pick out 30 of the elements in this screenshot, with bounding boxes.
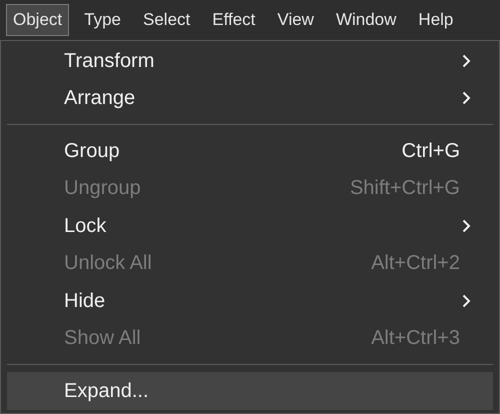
menu-item[interactable]: Expand... [7, 372, 493, 410]
menu-item-label: Show All [64, 326, 142, 352]
menu-bar-item[interactable]: Type [77, 4, 128, 36]
menu-item-label: Group [64, 138, 121, 164]
menu-item-label: Hide [64, 288, 106, 314]
menu-bar-item[interactable]: Effect [205, 4, 262, 36]
menu-bar-item[interactable]: Object [6, 4, 70, 36]
shortcut-label: Alt+Ctrl+2 [371, 251, 460, 276]
menu-item-label: Transform [64, 48, 156, 74]
menu-item-label: Lock [64, 214, 108, 239]
menu-item-label: Arrange [64, 86, 136, 112]
chevron-right-icon [462, 54, 471, 68]
chevron-right-icon [462, 294, 471, 308]
menu-bar-item[interactable]: Select [136, 4, 198, 36]
shortcut-label: Shift+Ctrl+G [350, 176, 460, 202]
menu-item[interactable]: Group Ctrl+G [7, 132, 493, 170]
menu-item[interactable]: Hide [7, 282, 493, 320]
shortcut-label: Alt+Ctrl+3 [371, 326, 460, 352]
menu-item[interactable]: Lock [7, 207, 493, 244]
chevron-right-icon [462, 91, 471, 106]
menu-bar-item[interactable]: Help [411, 4, 460, 36]
menu-item[interactable]: Transform [7, 42, 493, 80]
chevron-right-icon [462, 218, 471, 233]
menu-item[interactable]: Arrange [7, 80, 493, 117]
menu-item-label: Ungroup [64, 176, 142, 202]
menu-bar-item[interactable]: Window [328, 4, 404, 36]
menu-bar-item[interactable]: View [270, 4, 321, 36]
shortcut-label: Ctrl+G [402, 138, 460, 164]
menu-item-label: Unlock All [64, 251, 153, 276]
menu-item-label: Expand... [64, 378, 150, 404]
